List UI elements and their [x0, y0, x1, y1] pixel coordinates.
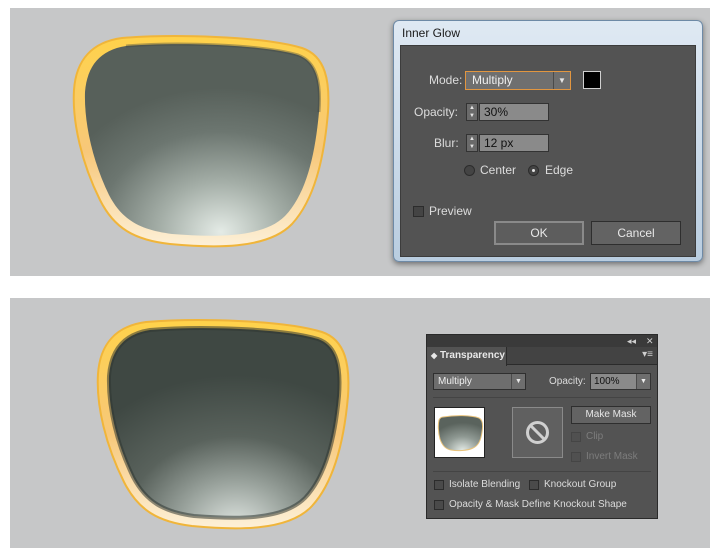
- preview-checkbox[interactable]: [413, 206, 424, 217]
- lens-glass-top: [84, 44, 320, 236]
- make-mask-button[interactable]: Make Mask: [571, 406, 651, 424]
- blur-field[interactable]: 12 px: [479, 134, 549, 152]
- inner-glow-dialog: Inner Glow Mode: Multiply ▼ Opacity: ▲ ▼ …: [393, 20, 703, 262]
- tab-transparency[interactable]: ◆ Transparency: [427, 347, 507, 366]
- tab-arrows-icon: ◆: [431, 351, 438, 360]
- tp-opacity-value: 100%: [594, 376, 620, 387]
- blend-mode-value: Multiply: [438, 376, 472, 387]
- chevron-down-icon: ▼: [511, 374, 525, 389]
- no-mask-icon: [526, 421, 549, 444]
- isolate-blending-checkbox[interactable]: [434, 480, 444, 490]
- edge-radio[interactable]: [528, 165, 539, 176]
- ok-button[interactable]: OK: [494, 221, 584, 245]
- lens-glass-bottom: [108, 328, 340, 518]
- opacity-mask-knockout-checkbox[interactable]: [434, 500, 444, 510]
- invert-mask-checkbox[interactable]: [571, 452, 581, 462]
- opacity-mask-knockout-label: Opacity & Mask Define Knockout Shape: [449, 499, 627, 510]
- chevron-down-icon: ▼: [553, 72, 570, 89]
- opacity-label: Opacity:: [414, 105, 459, 119]
- close-icon[interactable]: ✕: [646, 335, 654, 347]
- separator: [433, 471, 651, 472]
- blur-stepper[interactable]: ▲ ▼: [466, 134, 478, 152]
- panel-tabstrip: ◆ Transparency ▾≡: [427, 347, 657, 366]
- thumbnail-lens: [437, 415, 484, 452]
- center-label: Center: [480, 163, 517, 177]
- knockout-group-checkbox[interactable]: [529, 480, 539, 490]
- lens-bottom: [96, 319, 350, 530]
- panel-menu-icon[interactable]: ▾≡: [642, 349, 653, 360]
- knockout-group-label: Knockout Group: [544, 479, 617, 490]
- opacity-field[interactable]: 30%: [479, 103, 549, 121]
- chevron-down-icon[interactable]: ▼: [636, 374, 650, 389]
- center-radio[interactable]: [464, 165, 475, 176]
- cancel-button[interactable]: Cancel: [591, 221, 681, 245]
- dialog-titlebar[interactable]: Inner Glow: [394, 21, 702, 45]
- glow-color-swatch[interactable]: [583, 71, 601, 89]
- separator: [433, 397, 651, 398]
- lens-top: [72, 35, 330, 248]
- clip-label: Clip: [586, 431, 604, 442]
- dialog-title: Inner Glow: [402, 26, 461, 40]
- tab-transparency-label: Transparency: [439, 350, 505, 361]
- edge-label: Edge: [545, 163, 574, 177]
- isolate-blending-label: Isolate Blending: [449, 479, 521, 490]
- tp-opacity-label: Opacity:: [549, 376, 586, 387]
- blur-label: Blur:: [434, 136, 459, 150]
- preview-label: Preview: [429, 204, 472, 218]
- mask-thumbnail[interactable]: [512, 407, 563, 458]
- clip-checkbox[interactable]: [571, 432, 581, 442]
- transparency-panel: ◂◂ ✕ ◆ Transparency ▾≡ Multiply ▼ Opacit…: [426, 334, 658, 519]
- blend-mode-dropdown[interactable]: Multiply ▼: [433, 373, 526, 390]
- mode-dropdown[interactable]: Multiply ▼: [465, 71, 571, 90]
- invert-mask-label: Invert Mask: [586, 451, 638, 462]
- mode-value: Multiply: [472, 73, 513, 87]
- tp-opacity-field[interactable]: 100% ▼: [590, 373, 651, 390]
- opacity-stepper[interactable]: ▲ ▼: [466, 103, 478, 121]
- artwork-thumbnail[interactable]: [434, 407, 485, 458]
- collapse-panel-icon[interactable]: ◂◂: [627, 335, 636, 347]
- dialog-body: Mode: Multiply ▼ Opacity: ▲ ▼ 30% Blur: ▲…: [400, 45, 696, 257]
- mode-label: Mode:: [429, 73, 463, 87]
- panel-topbar[interactable]: ◂◂ ✕: [427, 335, 657, 347]
